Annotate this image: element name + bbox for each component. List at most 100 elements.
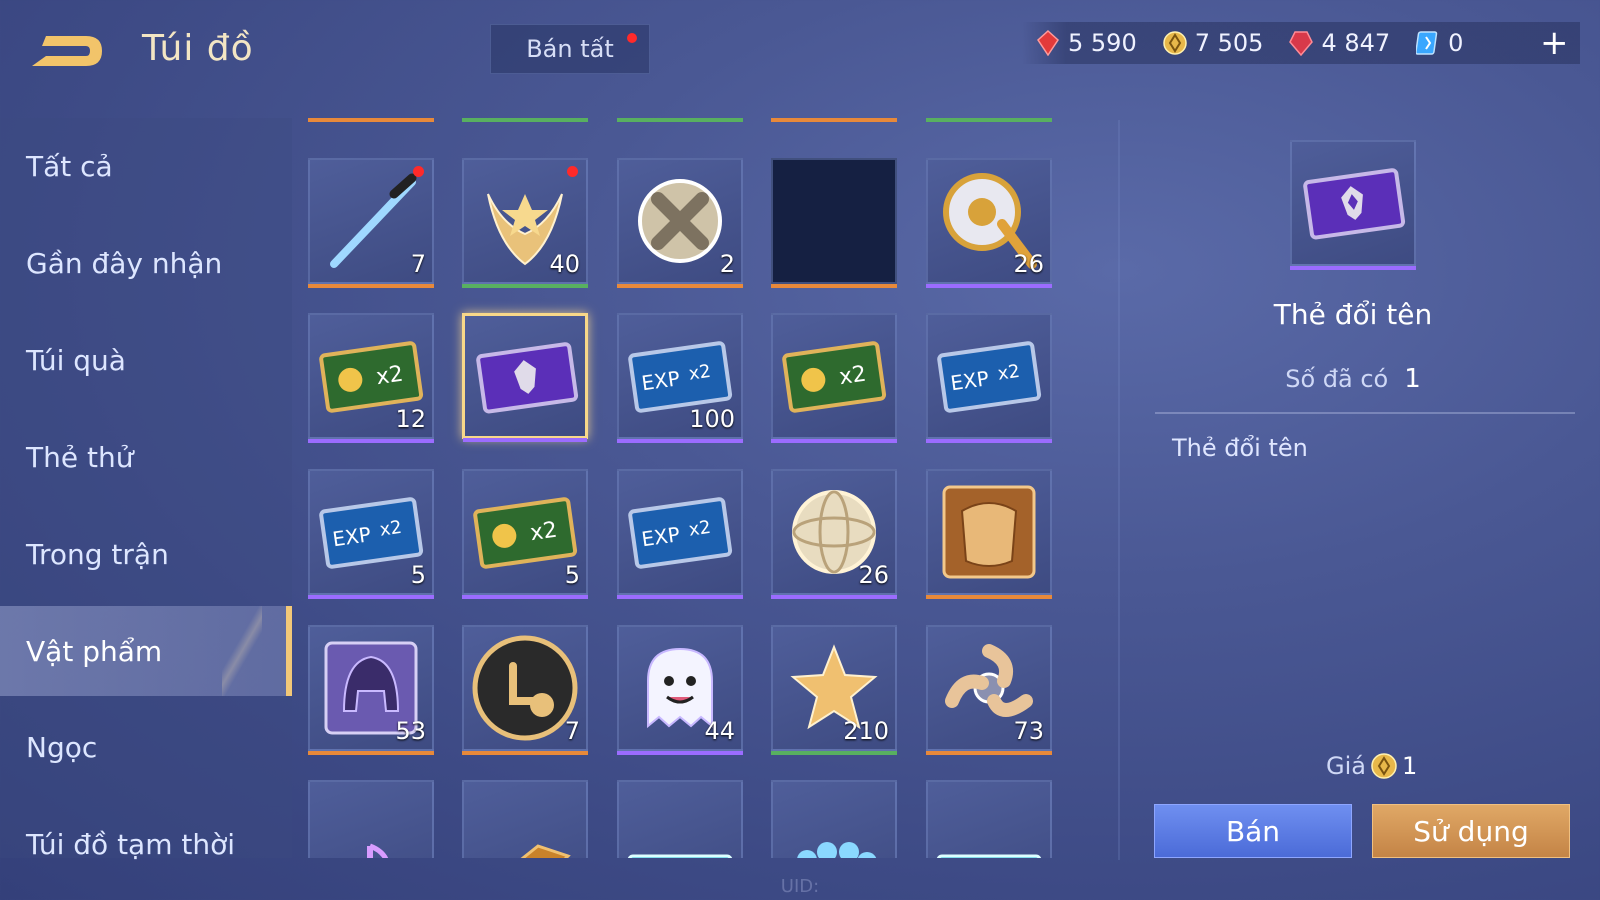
new-item-dot [567, 166, 578, 177]
sidebar-item-gems[interactable]: Ngọc [0, 699, 292, 796]
detail-divider [1155, 412, 1575, 414]
inventory-grid: 7 40 2 26 x2 12 EXP x2 100 x2 EXP x2 EXP x2 5 x2 5 EXP x2 2… [300, 118, 1080, 858]
rarity-bar [771, 439, 897, 443]
item-count: 26 [1013, 250, 1044, 278]
inventory-item[interactable] [308, 780, 434, 858]
rarity-bar [308, 751, 434, 755]
item-count: 5 [410, 561, 426, 589]
item-count: 12 [395, 405, 426, 433]
inventory-item[interactable]: x2 12 [308, 313, 434, 443]
item-count: 5 [564, 561, 580, 589]
paw-icon [797, 842, 877, 858]
item-count: 7 [410, 250, 426, 278]
rarity-bar [462, 595, 588, 599]
rarity-strip [462, 118, 588, 122]
inventory-item[interactable]: 44 [617, 625, 743, 755]
inventory-item[interactable]: 7 [308, 158, 434, 288]
currency-value: 7 505 [1194, 29, 1264, 57]
owned-label: Số đã có [1285, 365, 1389, 393]
detail-description: Thẻ đổi tên [1172, 434, 1308, 462]
inventory-item[interactable]: x2 5 [462, 469, 588, 599]
inventory-item[interactable]: EXP x2 [926, 313, 1052, 443]
currency-value: 0 [1448, 29, 1464, 57]
currency-voucher: 0 [1416, 29, 1463, 57]
inventory-item[interactable] [926, 780, 1052, 858]
rarity-bar [463, 438, 587, 442]
rarity-bar [771, 284, 897, 288]
add-currency-button[interactable]: + [1540, 26, 1569, 60]
back-button[interactable] [28, 28, 108, 74]
sell-button[interactable]: Bán [1154, 804, 1352, 858]
inventory-item[interactable]: 73 [926, 625, 1052, 755]
item-count: 210 [843, 717, 889, 745]
scroll-icon [520, 844, 571, 858]
sidebar-item-recent[interactable]: Gần đây nhận [0, 215, 292, 312]
back-arrow-icon [32, 36, 102, 66]
blue-voucher-icon [1416, 31, 1438, 55]
rename-card-icon [476, 342, 579, 414]
rename-card-icon [1303, 168, 1406, 240]
red-gem-icon [1037, 30, 1059, 56]
exp-x2-card-icon: EXP x2 [937, 341, 1042, 413]
inventory-item[interactable]: 40 [462, 158, 588, 288]
svg-text:x2: x2 [375, 362, 405, 391]
inventory-item[interactable] [771, 780, 897, 858]
rarity-bar [308, 284, 434, 288]
inventory-item[interactable]: 53 [308, 625, 434, 755]
rarity-bar [462, 751, 588, 755]
rarity-strip [926, 118, 1052, 122]
uid-label: UID: 239656759526513 [714, 876, 886, 900]
page-title: Túi đồ [142, 28, 254, 69]
rarity-bar [617, 595, 743, 599]
price-label: Giá [1326, 752, 1366, 780]
sidebar-item-all[interactable]: Tất cả [0, 118, 292, 215]
new-item-dot [413, 166, 424, 177]
rarity-bar [617, 284, 743, 288]
rarity-bar [617, 751, 743, 755]
detail-item-slot [1290, 140, 1416, 270]
rarity-bar [926, 284, 1052, 288]
inventory-item[interactable] [926, 469, 1052, 599]
rarity-bar [926, 439, 1052, 443]
detail-item-name: Thẻ đổi tên [1273, 298, 1433, 331]
rarity-bar [617, 439, 743, 443]
gold-coin-icon [1162, 31, 1187, 55]
currency-red-gem: 5 590 [1036, 29, 1137, 57]
currency-gold: 7 505 [1162, 29, 1264, 57]
sidebar-item-in-match[interactable]: Trong trận [0, 506, 292, 603]
item-count: 26 [858, 561, 889, 589]
currency-bar: 5 590 7 505 4 847 0 [1022, 22, 1580, 64]
rarity-bar [308, 439, 434, 443]
use-button[interactable]: Sử dụng [1372, 804, 1570, 858]
sell-all-button[interactable]: Bán tất [490, 24, 650, 74]
item-count: 73 [1013, 717, 1044, 745]
sidebar-item-gift-bags[interactable]: Túi quà [0, 312, 292, 409]
inventory-item[interactable]: EXP x2 5 [308, 469, 434, 599]
rarity-bar [771, 595, 897, 599]
inventory-item[interactable]: 2 [617, 158, 743, 288]
currency-value: 4 847 [1321, 29, 1391, 57]
panel-divider [1118, 120, 1120, 860]
inventory-item[interactable]: EXP x2 100 [617, 313, 743, 443]
gold-x2-card-icon: x2 [782, 341, 887, 413]
svg-text:x2: x2 [529, 518, 559, 547]
inventory-item[interactable]: 26 [771, 469, 897, 599]
rarity-bar [462, 284, 588, 288]
inventory-item[interactable] [771, 158, 897, 288]
sidebar-item-items[interactable]: Vật phẩm [0, 606, 292, 696]
svg-text:x2: x2 [838, 362, 868, 391]
sidebar-item-trial-cards[interactable]: Thẻ thử [0, 409, 292, 506]
currency-ruby: 4 847 [1289, 29, 1390, 57]
inventory-item[interactable]: 210 [771, 625, 897, 755]
inventory-item[interactable] [617, 780, 743, 858]
inventory-item[interactable]: 26 [926, 158, 1052, 288]
price-value: 1 [1401, 752, 1418, 780]
inventory-item[interactable]: 7 [462, 625, 588, 755]
inventory-item-selected[interactable] [462, 313, 588, 442]
inventory-item[interactable] [462, 780, 588, 858]
sidebar-item-temporary-bag[interactable]: Túi đồ tạm thời [0, 796, 292, 893]
item-count: 44 [704, 717, 735, 745]
detail-owned: Số đã có 1 [1180, 364, 1526, 394]
inventory-item[interactable]: x2 [771, 313, 897, 443]
inventory-item[interactable]: EXP x2 [617, 469, 743, 599]
